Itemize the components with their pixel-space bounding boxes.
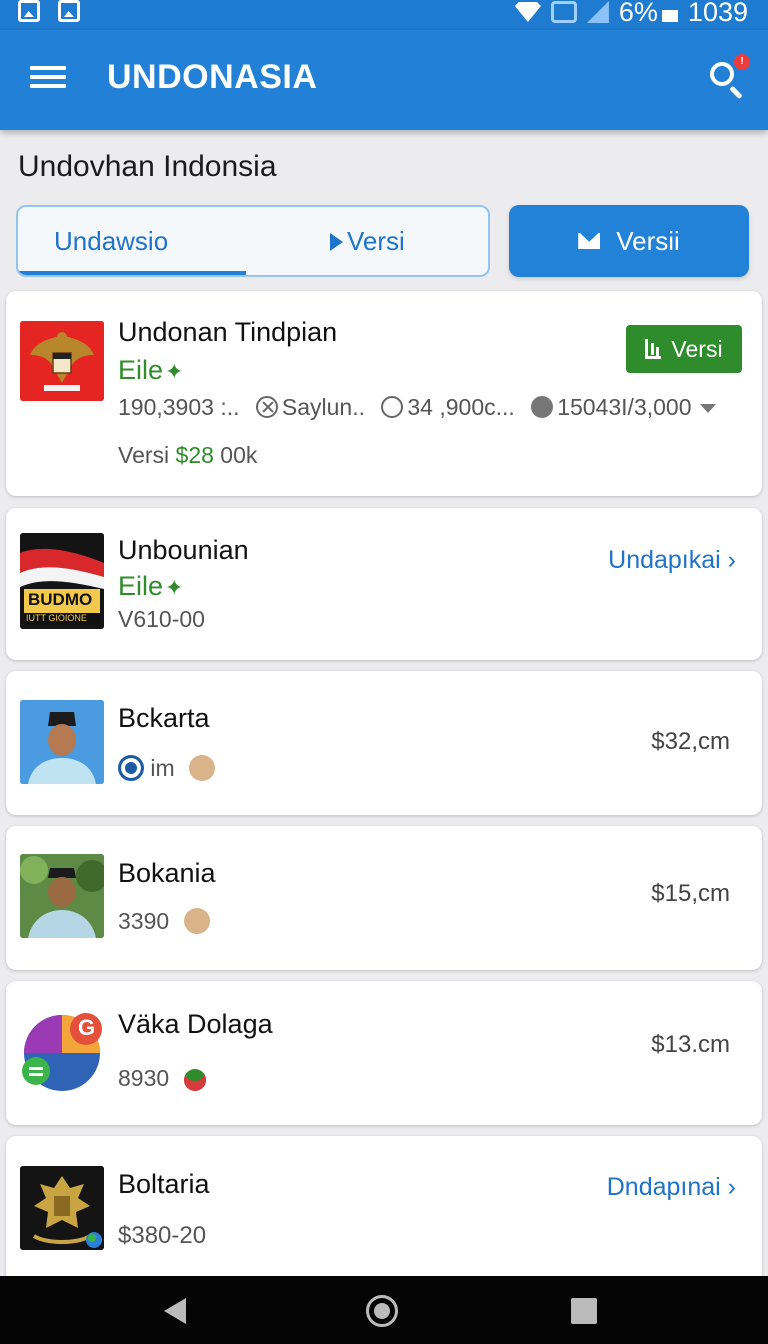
list-item[interactable]: Bckarta im $32,cm <box>6 671 762 815</box>
item-meta: V610-00 <box>118 606 205 632</box>
list-item[interactable]: Undonan Tindpian Eile✦ 190,3903 :.. Sayl… <box>6 291 762 496</box>
thumb-sublabel: IUTT GIOIONE <box>26 613 87 623</box>
status-time: 1039 <box>687 0 748 27</box>
hamburger-menu-icon[interactable] <box>30 66 66 92</box>
gallery-notification-icon <box>18 0 40 22</box>
list-item[interactable]: G Väka Dolaga 8930 $13.cm <box>6 981 762 1125</box>
nfc-icon <box>550 1 577 23</box>
status-indicators: 6% 1039 <box>514 0 748 27</box>
tab-indicator <box>18 271 246 275</box>
app-bar: UNDONASIA ! <box>0 30 768 130</box>
battery-percent: 6% <box>618 0 658 27</box>
back-icon[interactable] <box>164 1298 186 1324</box>
chevron-down-icon[interactable] <box>699 404 716 413</box>
signal-icon <box>586 1 609 23</box>
stat-label: Saylun.. <box>281 394 365 420</box>
item-title: Unbounian <box>118 535 249 565</box>
item-meta: 8930 <box>118 1065 206 1092</box>
item-stats: 190,3903 :.. Saylun.. 34 ,900c... 15043I… <box>118 394 716 421</box>
page-title: Undovhan Indonsia <box>18 150 277 183</box>
versi-button[interactable]: Versi <box>626 325 742 373</box>
avatar-icon <box>189 755 216 781</box>
footer-suffix: 00k <box>220 442 258 468</box>
sparkle-icon: ✦ <box>165 359 184 384</box>
mail-icon <box>578 233 601 249</box>
person-photo-icon <box>20 700 104 784</box>
battery-icon <box>661 10 678 22</box>
item-title: Väka Dolaga <box>118 1009 273 1039</box>
close-circle-icon <box>255 396 278 418</box>
item-price: $32,cm <box>651 728 730 755</box>
item-meta-text: 3390 <box>118 908 170 934</box>
versi-button-label: Versi <box>671 335 723 362</box>
segmented-tabs: Undawsio Versi <box>16 205 490 277</box>
item-footer: Versi $28 00k <box>118 442 257 469</box>
item-link[interactable]: Undapıkai › <box>608 546 736 575</box>
play-icon <box>330 233 343 251</box>
info-circle-icon <box>381 396 404 418</box>
stat-count: 190,3903 :.. <box>118 394 240 420</box>
tab-undawsio[interactable]: Undawsio <box>54 207 168 275</box>
item-price: $13.cm <box>651 1031 730 1058</box>
tab-versii-label: Versii <box>616 225 680 256</box>
stat-total: 15043I/3,000 <box>557 394 692 420</box>
gold-crest-icon <box>20 1166 104 1250</box>
status-notifications <box>18 0 80 22</box>
item-title: Bokania <box>118 858 216 888</box>
item-meta: $380-20 <box>118 1222 207 1249</box>
flag-banner-thumbnail: BUDMO IUTT GIOIONE <box>20 533 104 629</box>
chart-icon <box>645 339 662 359</box>
item-title: Boltaria <box>118 1169 210 1199</box>
item-price: $15,cm <box>651 880 730 907</box>
wifi-icon <box>514 2 541 22</box>
gallery-notification-icon <box>58 0 80 22</box>
item-title: Undonan Tindpian <box>118 317 338 347</box>
item-title: Bckarta <box>118 703 210 733</box>
item-subtitle: Eile✦ <box>118 355 184 385</box>
tab-versii-button[interactable]: Versii <box>509 205 749 277</box>
colorful-logo-icon: G <box>20 1009 104 1093</box>
item-meta: 3390 <box>118 908 210 935</box>
list-item[interactable]: Boltaria $380-20 Dndapınai › <box>6 1136 762 1286</box>
garuda-emblem-icon <box>20 321 104 401</box>
avatar-icon <box>183 908 210 934</box>
footer-price: $28 <box>175 442 214 468</box>
list-item[interactable]: Bokania 3390 $15,cm <box>6 826 762 970</box>
app-title: UNDONASIA <box>107 58 318 96</box>
home-icon[interactable] <box>366 1295 398 1327</box>
item-meta-text: 8930 <box>118 1065 170 1091</box>
thumb-label: BUDMO <box>28 590 93 609</box>
gift-icon <box>183 1069 206 1091</box>
notification-dot: ! <box>734 54 750 70</box>
recent-apps-icon[interactable] <box>571 1298 597 1324</box>
status-bar: 6% 1039 <box>0 0 768 30</box>
list-item[interactable]: BUDMO IUTT GIOIONE Unbounian Eile✦ V610-… <box>6 508 762 660</box>
item-link[interactable]: Dndapınai › <box>607 1173 736 1202</box>
tab-versi-label: Versi <box>347 226 405 256</box>
sparkle-icon: ✦ <box>165 575 184 600</box>
search-icon[interactable]: ! <box>708 54 750 100</box>
phone-icon <box>531 396 554 418</box>
system-nav-bar <box>0 1276 768 1344</box>
verified-badge-icon <box>118 755 144 781</box>
tab-versi[interactable]: Versi <box>330 207 405 275</box>
item-subtitle: Eile✦ <box>118 571 184 601</box>
logo-letter: G <box>78 1015 96 1040</box>
footer-label: Versi <box>118 442 170 468</box>
item-meta: im <box>118 755 216 782</box>
item-meta-text: im <box>150 755 175 781</box>
stat-value: 34 ,900c... <box>407 394 515 420</box>
person-photo-icon <box>20 854 104 938</box>
